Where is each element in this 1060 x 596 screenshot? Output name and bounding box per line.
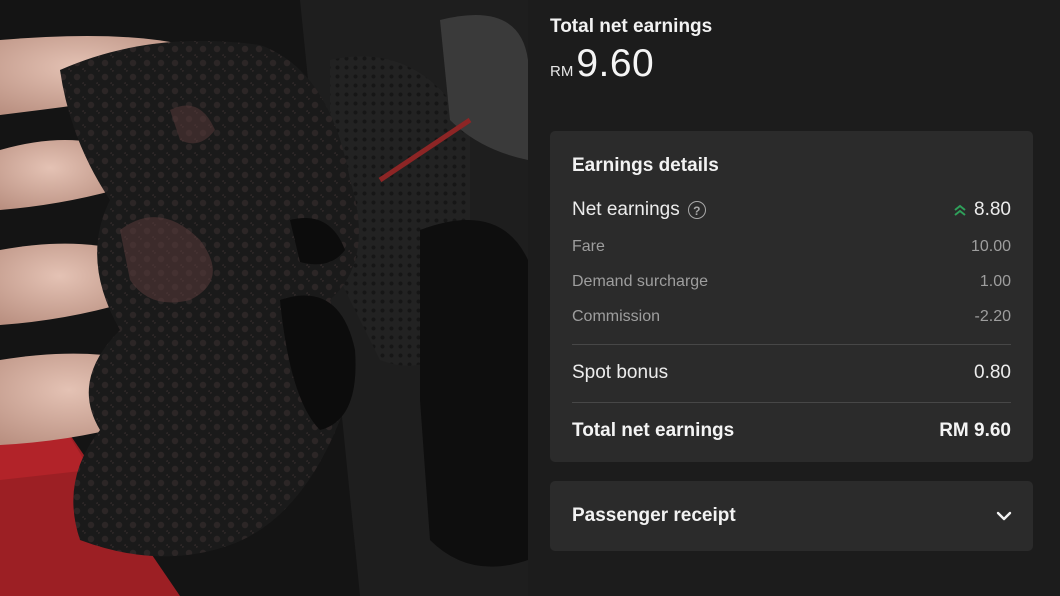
summary-currency: RM: [550, 63, 574, 80]
demand-surcharge-label: Demand surcharge: [572, 273, 709, 290]
net-earnings-row: Net earnings ? 8.80: [572, 199, 1011, 221]
fare-label: Fare: [572, 238, 605, 255]
photo-illustration: [0, 0, 528, 596]
commission-label: Commission: [572, 308, 661, 325]
demand-surcharge-row: Demand surcharge 1.00: [572, 273, 1011, 291]
passenger-receipt-toggle[interactable]: Passenger receipt: [550, 481, 1033, 551]
demand-surcharge-value: 1.00: [979, 273, 1011, 290]
total-net-earnings-value: RM 9.60: [939, 420, 1011, 441]
summary-title: Total net earnings: [550, 16, 713, 37]
spot-bonus-row: Spot bonus 0.80: [572, 362, 1011, 384]
fare-value: 10.00: [970, 238, 1011, 255]
commission-row: Commission -2.20: [572, 308, 1011, 326]
earnings-details-title: Earnings details: [572, 155, 719, 176]
chevron-down-icon[interactable]: [995, 507, 1013, 525]
divider: [572, 344, 1011, 345]
double-chevron-up-icon: [954, 204, 966, 216]
summary-amount: RM 9.60: [550, 42, 654, 86]
net-earnings-label: Net earnings: [572, 199, 680, 220]
help-icon[interactable]: ?: [687, 201, 706, 219]
divider: [572, 402, 1011, 403]
spot-bonus-value: 0.80: [974, 362, 1011, 383]
earnings-details-card: Earnings details Net earnings ? 8.80 Far…: [550, 131, 1033, 462]
spot-bonus-label: Spot bonus: [572, 362, 669, 383]
summary-amount-value: 9.60: [576, 42, 655, 85]
total-net-earnings-row: Total net earnings RM 9.60: [572, 420, 1011, 442]
photo-lace-fabric-in-hand: [0, 0, 528, 596]
net-earnings-value: 8.80: [974, 199, 1011, 220]
passenger-receipt-label: Passenger receipt: [572, 505, 736, 526]
fare-row: Fare 10.00: [572, 238, 1011, 256]
earnings-panel: Total net earnings RM 9.60 Earnings deta…: [528, 0, 1060, 596]
total-net-earnings-label: Total net earnings: [572, 420, 735, 441]
commission-value: -2.20: [974, 308, 1011, 325]
